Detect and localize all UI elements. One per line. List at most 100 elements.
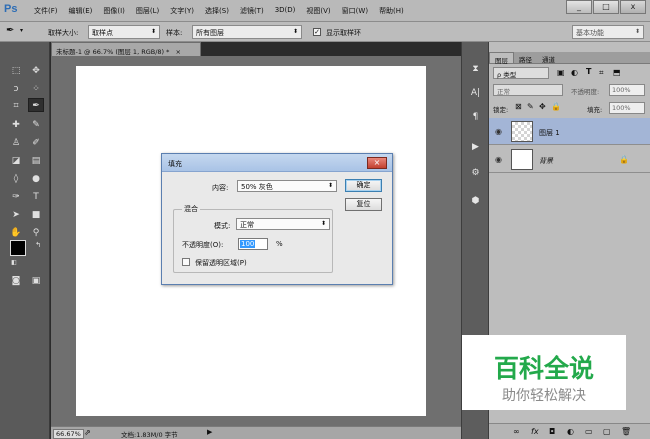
tab-paths[interactable]: 路径 [514, 52, 537, 64]
maximize-button[interactable]: □ [593, 0, 619, 14]
layer-style-icon[interactable]: fx [531, 427, 539, 436]
document-tab[interactable]: 未标题-1 @ 66.7% (图层 1, RGB/8) * × [51, 42, 201, 56]
visibility-eye-icon[interactable]: ◉ [495, 155, 502, 164]
3d-panel-icon[interactable]: ⬢ [466, 192, 485, 210]
filter-type-icon[interactable]: T [586, 67, 591, 76]
filter-pixel-icon[interactable]: ▣ [557, 68, 565, 77]
eraser-tool-icon[interactable]: ◪ [8, 154, 24, 168]
brush-tool-icon[interactable]: ✎ [28, 118, 44, 132]
gradient-tool-icon[interactable]: ▤ [28, 154, 44, 168]
quick-select-tool-icon[interactable]: ⁘ [28, 82, 44, 96]
opacity-label: 不透明度(O): [182, 241, 224, 249]
sample-select[interactable]: 所有图层 ⬍ [192, 25, 302, 39]
lock-all-icon[interactable]: 🔒 [551, 102, 561, 111]
path-select-tool-icon[interactable]: ➤ [8, 208, 24, 222]
layer-row[interactable]: ◉ 图层 1 [489, 118, 650, 145]
ok-button[interactable]: 确定 [345, 179, 382, 192]
eyedropper-tool-icon[interactable]: ✒ [28, 98, 44, 112]
close-tab-icon[interactable]: × [175, 48, 180, 56]
crop-tool-icon[interactable]: ⌗ [8, 99, 24, 113]
close-icon[interactable]: × [367, 157, 387, 169]
filter-smart-icon[interactable]: ⬒ [613, 68, 621, 77]
preserve-transparency-label[interactable]: 保留透明区域(P) [195, 258, 247, 268]
group-icon[interactable]: ▭ [585, 427, 593, 436]
lock-pixels-icon[interactable]: ✎ [527, 102, 534, 111]
healing-brush-tool-icon[interactable]: ✚ [8, 118, 24, 132]
adjustment-layer-icon[interactable]: ◐ [567, 427, 574, 436]
menu-edit[interactable]: 编辑(E) [69, 6, 93, 16]
opacity-input[interactable]: 100 [238, 238, 268, 250]
dodge-tool-icon[interactable]: ● [28, 172, 44, 186]
move-tool-icon[interactable]: ✥ [28, 64, 44, 78]
tab-layers[interactable]: 图层 [489, 52, 514, 65]
menu-3d[interactable]: 3D(D) [275, 6, 296, 16]
actions-panel-icon[interactable]: ▶ [466, 138, 485, 156]
quick-mask-icon[interactable]: ◙ [8, 274, 24, 288]
dialog-title: 填充 [168, 160, 182, 168]
opacity-unit: % [276, 240, 283, 248]
lock-position-icon[interactable]: ✥ [539, 102, 546, 111]
history-brush-tool-icon[interactable]: ✐ [28, 136, 44, 150]
menu-filter[interactable]: 滤镜(T) [240, 6, 264, 16]
menu-list: 文件(F) 编辑(E) 图像(I) 图层(L) 文字(Y) 选择(S) 滤镜(T… [34, 6, 415, 16]
contents-select[interactable]: 50% 灰色 ⬍ [237, 180, 337, 192]
menu-file[interactable]: 文件(F) [34, 6, 58, 16]
eyedropper-tool-icon[interactable]: ✒ [6, 25, 14, 36]
marquee-tool-icon[interactable]: ⬚ [8, 64, 24, 78]
lasso-tool-icon[interactable]: ↄ [8, 82, 24, 96]
foreground-color-swatch[interactable] [10, 240, 26, 256]
layer-name[interactable]: 背景 [539, 156, 553, 166]
default-colors-icon[interactable]: ◧ [6, 256, 22, 270]
mode-label: 模式: [214, 222, 231, 230]
pen-tool-icon[interactable]: ✑ [8, 190, 24, 204]
tool-preset-chevron-icon[interactable]: ▾ [20, 27, 23, 34]
chevron-down-icon: ⬍ [292, 28, 298, 35]
menu-view[interactable]: 视图(V) [306, 6, 330, 16]
opacity-field[interactable]: 100% [609, 84, 645, 96]
menu-window[interactable]: 窗口(W) [342, 6, 368, 16]
export-icon[interactable]: ⇗ [84, 428, 91, 437]
mode-select[interactable]: 正常 ⬍ [236, 218, 330, 230]
blur-tool-icon[interactable]: ◊ [8, 172, 24, 186]
close-window-button[interactable]: x [620, 0, 646, 14]
trash-icon[interactable]: 🗑 [621, 427, 631, 436]
layer-mask-icon[interactable]: ◘ [549, 427, 555, 436]
zoom-level[interactable]: 66.67% [53, 429, 84, 439]
menu-image[interactable]: 图像(I) [103, 6, 125, 16]
lock-transparent-icon[interactable]: ⊠ [515, 102, 522, 111]
clone-source-panel-icon[interactable]: ⚙ [466, 164, 485, 182]
filter-adjust-icon[interactable]: ◐ [571, 68, 578, 77]
type-tool-icon[interactable]: T [28, 190, 44, 204]
fill-label: 填充: [587, 106, 603, 114]
fill-field[interactable]: 100% [609, 102, 645, 114]
sample-size-select[interactable]: 取样点 ⬍ [88, 25, 160, 39]
layer-row[interactable]: ◉ 背景 🔒 [489, 146, 650, 173]
history-panel-icon[interactable]: ⧗ [466, 60, 485, 78]
paragraph-panel-icon[interactable]: ¶ [466, 108, 485, 126]
workspace-select[interactable]: 基本功能 ⬍ [572, 25, 644, 39]
link-layers-icon[interactable]: ∞ [513, 427, 520, 436]
minimize-button[interactable]: _ [566, 0, 592, 14]
preserve-transparency-checkbox[interactable] [182, 258, 190, 266]
character-panel-icon[interactable]: A| [466, 84, 485, 102]
show-ring-checkbox[interactable]: ✓ [313, 28, 321, 36]
screen-mode-icon[interactable]: ▣ [28, 274, 44, 288]
layer-name[interactable]: 图层 1 [539, 128, 560, 138]
blend-mode-select[interactable]: 正常 [493, 84, 563, 96]
menu-layer[interactable]: 图层(L) [136, 6, 159, 16]
visibility-eye-icon[interactable]: ◉ [495, 127, 502, 136]
dialog-titlebar[interactable]: 填充 × [162, 154, 392, 172]
reset-button[interactable]: 复位 [345, 198, 382, 211]
status-menu-arrow-icon[interactable]: ▶ [207, 428, 212, 436]
swap-colors-icon[interactable]: ↰ [30, 238, 46, 252]
tab-channels[interactable]: 通道 [537, 52, 560, 64]
menu-type[interactable]: 文字(Y) [170, 6, 194, 16]
new-layer-icon[interactable]: ▢ [603, 427, 611, 436]
shape-tool-icon[interactable]: ■ [28, 208, 44, 222]
layer-kind-filter[interactable]: ρ 类型 [493, 67, 549, 79]
stamp-tool-icon[interactable]: ♙ [8, 136, 24, 150]
menu-select[interactable]: 选择(S) [205, 6, 229, 16]
hand-tool-icon[interactable]: ✋ [8, 226, 24, 240]
menu-help[interactable]: 帮助(H) [379, 6, 404, 16]
filter-shape-icon[interactable]: ⌗ [599, 68, 604, 78]
